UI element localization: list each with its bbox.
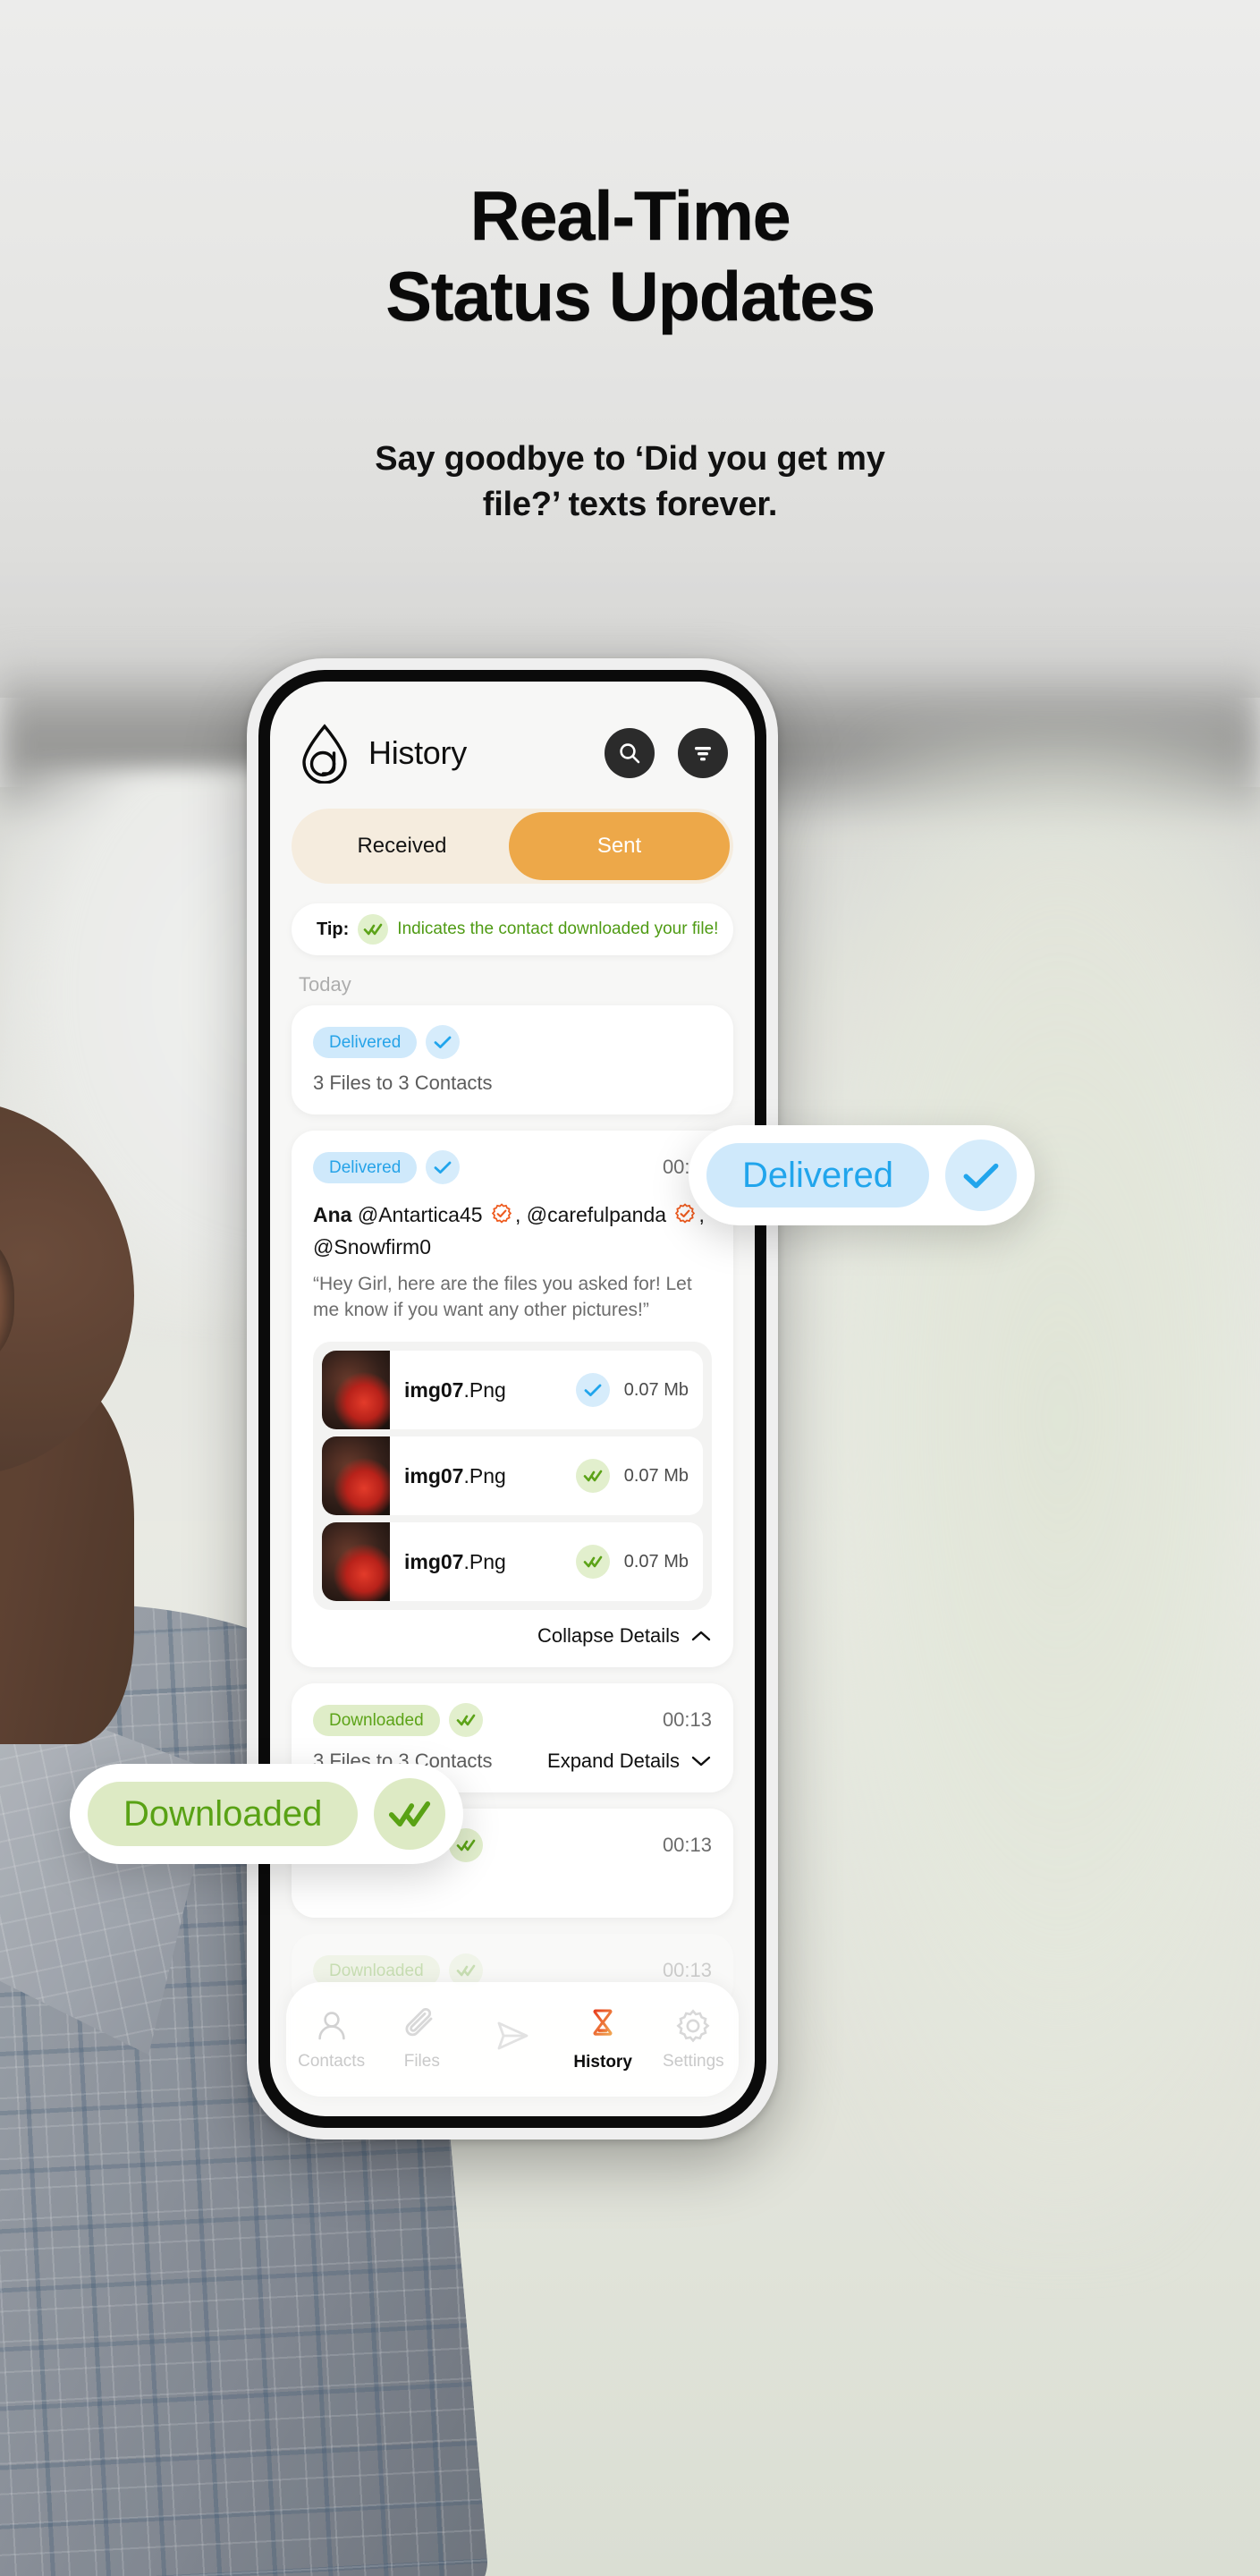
nav-item-send[interactable] <box>471 2016 554 2063</box>
recipient-handle-1: @Antartica45 <box>357 1203 483 1226</box>
bottom-navigation-bar: Contacts Files History Settings <box>286 1982 739 2097</box>
history-card[interactable]: Delivered 3 Files to 3 Contacts <box>292 1005 733 1114</box>
promo-subheadline: Say goodbye to ‘Did you get my file?’ te… <box>0 436 1260 529</box>
expand-details-button[interactable]: Expand Details <box>547 1750 712 1773</box>
status-badge: Delivered <box>313 1151 418 1183</box>
recipient-handle-3: @Snowfirm0 <box>313 1234 431 1258</box>
file-size: 0.07 Mb <box>623 1551 689 1572</box>
day-separator: Today <box>299 973 351 996</box>
verified-icon <box>675 1203 696 1224</box>
recipient-handle-2: @carefulpanda <box>526 1203 667 1226</box>
paperclip-icon <box>405 2008 433 2037</box>
promo-headline: Real-Time Status Updates <box>0 175 1260 337</box>
send-plane-icon <box>497 2021 529 2050</box>
history-card-header: Delivered 00:13 <box>313 1150 712 1184</box>
single-check-icon <box>944 1140 1017 1211</box>
verified-badge-icon <box>674 1203 696 1233</box>
filter-button[interactable] <box>678 728 728 778</box>
file-thumbnail <box>322 1351 390 1430</box>
callout-delivered-label: Delivered <box>706 1143 929 1208</box>
tab-sent[interactable]: Sent <box>509 812 730 880</box>
history-card-summary <box>313 1875 712 1898</box>
phone-mockup: History Received Sent Tip: Indicates the… <box>247 658 778 2140</box>
file-row[interactable]: img07.Png 0.07 Mb <box>322 1522 703 1602</box>
file-size: 0.07 Mb <box>623 1379 689 1400</box>
file-size: 0.07 Mb <box>623 1465 689 1486</box>
chevron-down-icon <box>691 1757 711 1767</box>
file-list: img07.Png 0.07 Mb img07.Png 0.07 Mb img0… <box>313 1342 712 1611</box>
history-card-header: Downloaded 00:13 <box>313 1703 712 1738</box>
file-thumbnail <box>322 1436 390 1516</box>
phone-screen: History Received Sent Tip: Indicates the… <box>270 682 755 2116</box>
search-icon <box>620 743 640 764</box>
nav-item-contacts[interactable]: Contacts <box>291 2007 373 2072</box>
timestamp: 00:13 <box>662 1708 712 1732</box>
nav-label-files: Files <box>403 2052 440 2071</box>
received-sent-segmented-control[interactable]: Received Sent <box>292 809 733 884</box>
app-header: History <box>270 682 755 784</box>
single-check-icon <box>426 1025 461 1059</box>
tip-banner: Tip: Indicates the contact downloaded yo… <box>292 903 733 955</box>
double-check-icon <box>575 1545 610 1580</box>
callout-downloaded-label: Downloaded <box>88 1782 359 1846</box>
promo-subheadline-line2: file?’ texts forever. <box>482 486 778 524</box>
message-text: “Hey Girl, here are the files you asked … <box>313 1274 692 1321</box>
search-button[interactable] <box>605 728 655 778</box>
verified-icon <box>491 1203 512 1224</box>
promo-subheadline-line1: Say goodbye to ‘Did you get my <box>375 440 885 478</box>
nav-item-settings[interactable]: Settings <box>652 2007 734 2072</box>
collapse-details-label: Collapse Details <box>537 1624 680 1648</box>
filter-icon <box>695 747 711 761</box>
file-thumbnail <box>322 1522 390 1602</box>
callout-delivered: Delivered <box>689 1125 1035 1225</box>
expand-details-label: Expand Details <box>547 1750 680 1773</box>
timestamp: 00:13 <box>662 1959 712 1982</box>
single-check-icon <box>575 1373 610 1408</box>
nav-item-files[interactable]: Files <box>381 2007 463 2072</box>
person-icon <box>317 2012 345 2040</box>
page-title: History <box>368 734 467 771</box>
nav-item-history[interactable]: History <box>562 2006 644 2072</box>
file-name: img07.Png <box>404 1549 506 1573</box>
nav-label-history: History <box>573 2053 632 2072</box>
double-check-icon <box>358 914 389 945</box>
chevron-up-icon <box>691 1631 711 1641</box>
file-row[interactable]: img07.Png 0.07 Mb <box>322 1351 703 1430</box>
water-drop-at-logo-icon <box>297 723 352 784</box>
phone-bezel: History Received Sent Tip: Indicates the… <box>258 670 766 2128</box>
hourglass-icon <box>593 2009 613 2036</box>
sender-name: Ana <box>313 1203 352 1226</box>
status-badge: Delivered <box>313 1026 418 1058</box>
tab-received[interactable]: Received <box>292 809 512 884</box>
promo-headline-line2: Status Updates <box>385 257 875 336</box>
file-row[interactable]: img07.Png 0.07 Mb <box>322 1436 703 1516</box>
nav-label-settings: Settings <box>663 2052 724 2071</box>
timestamp: 00:13 <box>662 1834 712 1857</box>
history-card-expanded[interactable]: Delivered 00:13 Ana @Antartica45 , @care… <box>292 1131 733 1668</box>
verified-badge-icon <box>491 1203 512 1233</box>
history-card-header: Delivered <box>313 1025 712 1059</box>
file-name: img07.Png <box>404 1463 506 1487</box>
status-badge: Downloaded <box>313 1704 440 1736</box>
double-check-icon <box>575 1459 610 1494</box>
tip-label: Tip: <box>317 919 350 939</box>
recipient-list: Ana @Antartica45 , @carefulpanda , @Snow… <box>313 1203 705 1258</box>
promo-headline-line1: Real-Time <box>469 176 791 255</box>
gear-icon <box>676 2009 710 2043</box>
history-card-summary: 3 Files to 3 Contacts <box>313 1072 493 1094</box>
collapse-details-button[interactable]: Collapse Details <box>313 1624 712 1648</box>
callout-downloaded: Downloaded <box>70 1764 464 1864</box>
nav-label-contacts: Contacts <box>298 2052 366 2071</box>
double-check-icon <box>448 1703 483 1738</box>
tip-text: Indicates the contact downloaded your fi… <box>397 919 719 938</box>
double-check-icon <box>374 1778 446 1850</box>
file-name: img07.Png <box>404 1377 506 1402</box>
single-check-icon <box>426 1150 461 1184</box>
